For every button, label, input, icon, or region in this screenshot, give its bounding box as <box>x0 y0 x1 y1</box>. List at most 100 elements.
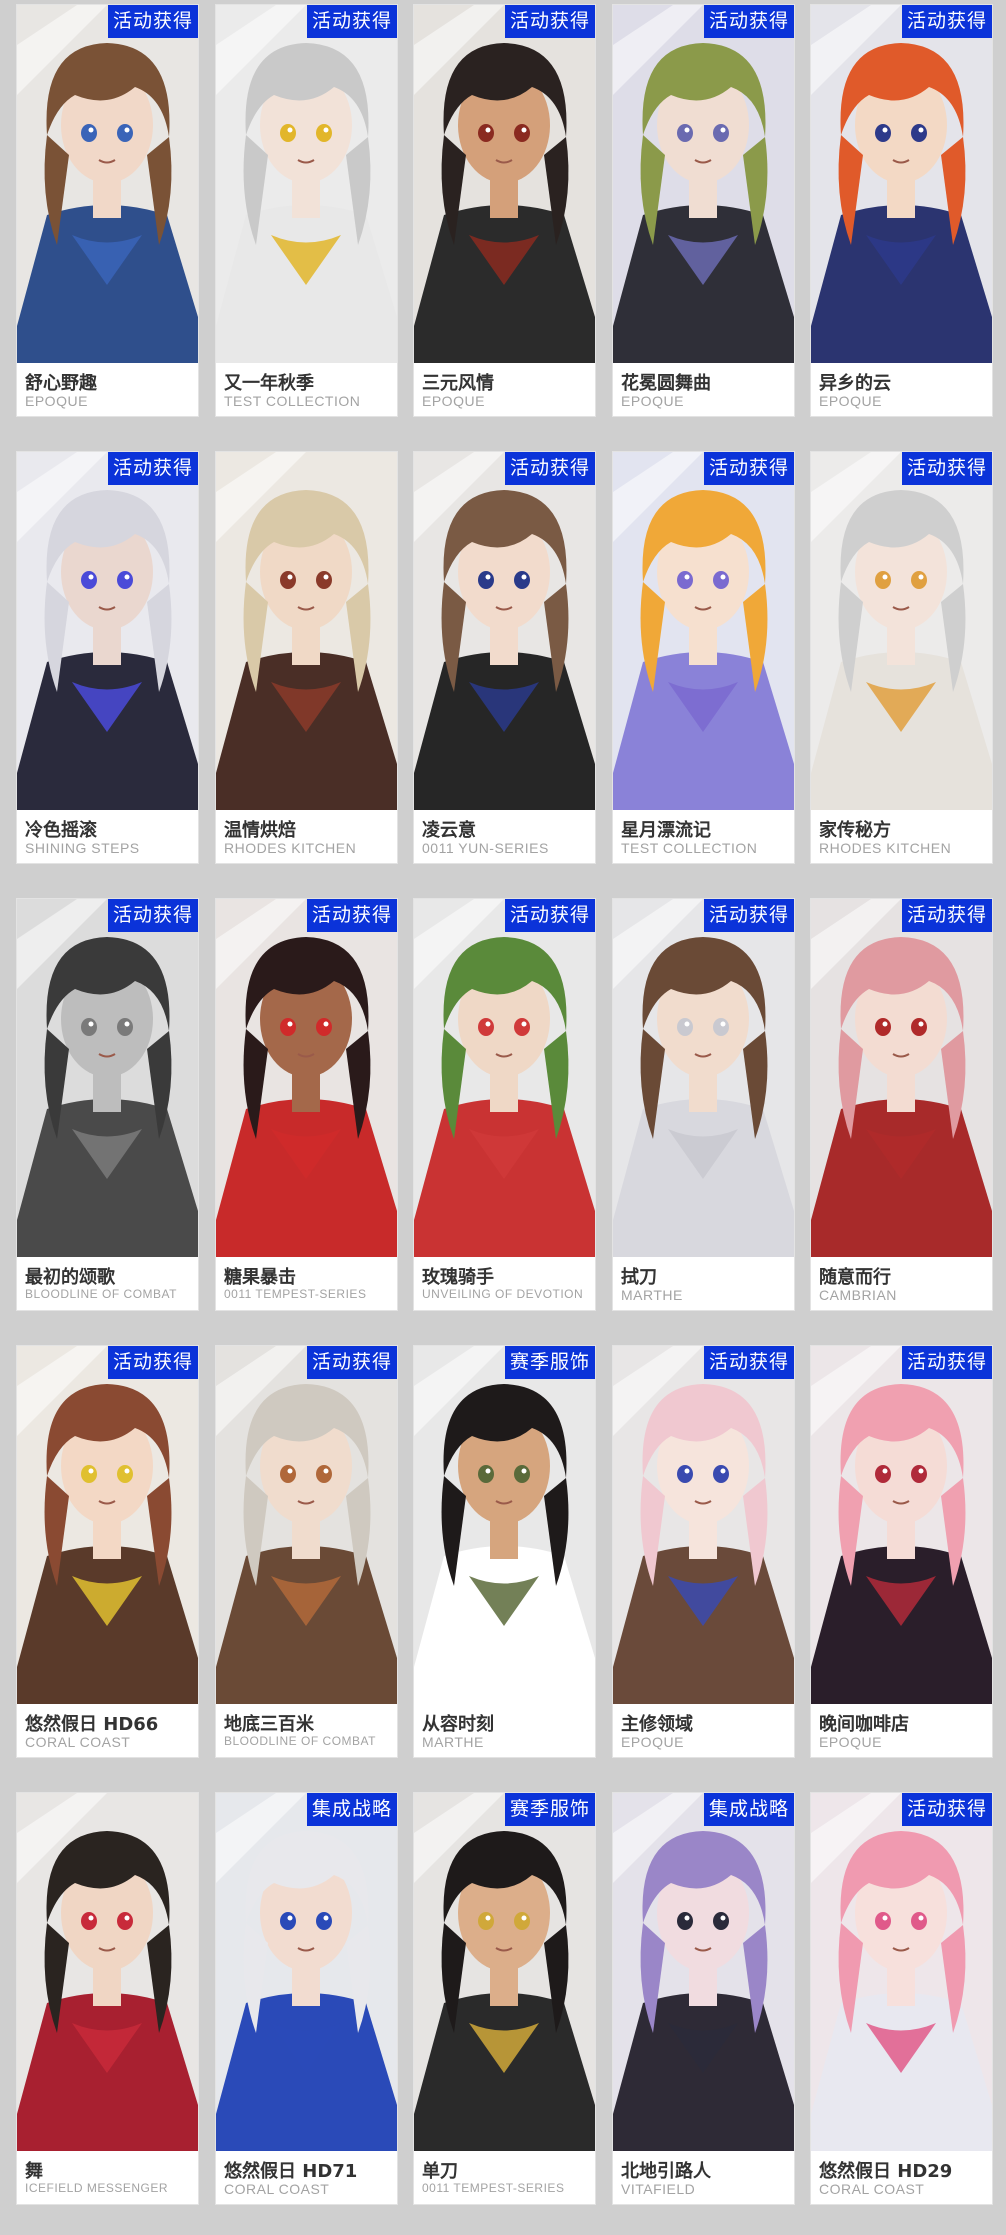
skin-name: 异乡的云 <box>819 373 891 394</box>
skin-series: CAMBRIAN <box>819 1287 897 1303</box>
skin-artwork: ​ <box>216 1346 397 1704</box>
character-portrait: ​ <box>414 1346 595 1704</box>
skin-card[interactable]: ​ 活动获得悠然假日 HD29CORAL COAST <box>811 1793 992 2204</box>
skin-card[interactable]: ​ 活动获得地底三百米BLOODLINE OF COMBAT <box>216 1346 397 1757</box>
skin-card[interactable]: ​ 集成战略北地引路人VITAFIELD <box>613 1793 794 2204</box>
skin-card[interactable]: ​ 活动获得玫瑰骑手UNVEILING OF DEVOTION <box>414 899 595 1310</box>
acquisition-badge: 活动获得 <box>704 452 794 485</box>
skin-series: EPOQUE <box>422 393 485 409</box>
skin-series: 0011 TEMPEST-SERIES <box>224 1287 367 1301</box>
skin-card[interactable]: ​ 活动获得三元风情EPOQUE <box>414 5 595 416</box>
skin-series: RHODES KITCHEN <box>224 840 357 856</box>
skin-artwork: ​ <box>17 1346 198 1704</box>
acquisition-badge: 赛季服饰 <box>505 1793 595 1826</box>
acquisition-badge: 活动获得 <box>902 1346 992 1379</box>
character-portrait: ​ <box>613 5 794 363</box>
skin-card[interactable]: ​ 活动获得花冕圆舞曲EPOQUE <box>613 5 794 416</box>
skin-artwork: ​ <box>811 1346 992 1704</box>
skin-name: 温情烘焙 <box>224 820 296 841</box>
acquisition-badge: 集成战略 <box>307 1793 397 1826</box>
skin-artwork: ​ <box>613 452 794 810</box>
skin-card[interactable]: ​ 赛季服饰从容时刻MARTHE <box>414 1346 595 1757</box>
character-portrait: ​ <box>613 1793 794 2151</box>
skin-artwork: ​ <box>216 1793 397 2151</box>
skin-card[interactable]: ​ 舞ICEFIELD MESSENGER <box>17 1793 198 2204</box>
character-portrait: ​ <box>17 5 198 363</box>
skin-card[interactable]: ​ 活动获得拭刀MARTHE <box>613 899 794 1310</box>
skin-name: 北地引路人 <box>621 2161 711 2182</box>
skin-series: EPOQUE <box>621 1734 684 1750</box>
skin-series: EPOQUE <box>25 393 88 409</box>
acquisition-badge: 活动获得 <box>108 452 198 485</box>
skin-name: 悠然假日 HD66 <box>25 1714 159 1735</box>
skin-card[interactable]: ​ 活动获得晚间咖啡店EPOQUE <box>811 1346 992 1757</box>
acquisition-badge: 活动获得 <box>307 1346 397 1379</box>
skin-artwork: ​ <box>414 899 595 1257</box>
skin-artwork: ​ <box>613 1346 794 1704</box>
character-portrait: ​ <box>216 452 397 810</box>
skin-artwork: ​ <box>613 1793 794 2151</box>
character-portrait: ​ <box>811 899 992 1257</box>
skin-name: 随意而行 <box>819 1267 891 1288</box>
skin-name: 冷色摇滚 <box>25 820 97 841</box>
skin-artwork: ​ <box>613 899 794 1257</box>
character-portrait: ​ <box>216 1346 397 1704</box>
skin-card[interactable]: ​ 活动获得星月漂流记TEST COLLECTION <box>613 452 794 863</box>
skin-card[interactable]: ​ 集成战略悠然假日 HD71CORAL COAST <box>216 1793 397 2204</box>
skin-card[interactable]: ​ 温情烘焙RHODES KITCHEN <box>216 452 397 863</box>
skin-card[interactable]: ​ 活动获得随意而行CAMBRIAN <box>811 899 992 1310</box>
skin-card[interactable]: ​ 活动获得舒心野趣EPOQUE <box>17 5 198 416</box>
character-portrait: ​ <box>613 452 794 810</box>
skin-series: MARTHE <box>621 1287 683 1303</box>
skin-card[interactable]: ​ 活动获得又一年秋季TEST COLLECTION <box>216 5 397 416</box>
skin-card[interactable]: ​ 活动获得家传秘方RHODES KITCHEN <box>811 452 992 863</box>
skin-name: 主修领域 <box>621 1714 693 1735</box>
acquisition-badge: 活动获得 <box>902 5 992 38</box>
skin-artwork: ​ <box>414 1793 595 2151</box>
skin-card[interactable]: ​ 活动获得冷色摇滚SHINING STEPS <box>17 452 198 863</box>
skin-artwork: ​ <box>216 899 397 1257</box>
skin-name: 悠然假日 HD71 <box>224 2161 358 2182</box>
skin-name: 从容时刻 <box>422 1714 494 1735</box>
skin-series: TEST COLLECTION <box>621 840 758 856</box>
skin-series: MARTHE <box>422 1734 484 1750</box>
character-portrait: ​ <box>216 899 397 1257</box>
skin-name: 三元风情 <box>422 373 494 394</box>
skin-name: 花冕圆舞曲 <box>621 373 711 394</box>
skin-card[interactable]: ​ 赛季服饰单刀0011 TEMPEST-SERIES <box>414 1793 595 2204</box>
character-portrait: ​ <box>811 5 992 363</box>
skin-card[interactable]: ​ 活动获得异乡的云EPOQUE <box>811 5 992 416</box>
skin-card[interactable]: ​ 活动获得凌云意0011 YUN-SERIES <box>414 452 595 863</box>
character-portrait: ​ <box>17 1346 198 1704</box>
character-portrait: ​ <box>414 1793 595 2151</box>
skin-name: 凌云意 <box>422 820 476 841</box>
skin-name: 糖果暴击 <box>224 1267 296 1288</box>
character-portrait: ​ <box>216 5 397 363</box>
acquisition-badge: 活动获得 <box>505 5 595 38</box>
skin-card[interactable]: ​ 活动获得糖果暴击0011 TEMPEST-SERIES <box>216 899 397 1310</box>
acquisition-badge: 活动获得 <box>704 5 794 38</box>
acquisition-badge: 集成战略 <box>704 1793 794 1826</box>
acquisition-badge: 活动获得 <box>505 899 595 932</box>
acquisition-badge: 赛季服饰 <box>505 1346 595 1379</box>
skin-series: CORAL COAST <box>819 2181 925 2197</box>
character-portrait: ​ <box>17 1793 198 2151</box>
skin-card[interactable]: ​ 活动获得主修领域EPOQUE <box>613 1346 794 1757</box>
skin-artwork: ​ <box>17 1793 198 2151</box>
skin-card[interactable]: ​ 活动获得最初的颂歌BLOODLINE OF COMBAT <box>17 899 198 1310</box>
skin-name: 舒心野趣 <box>25 373 97 394</box>
skin-series: SHINING STEPS <box>25 840 140 856</box>
skin-series: EPOQUE <box>621 393 684 409</box>
skin-series: EPOQUE <box>819 393 882 409</box>
acquisition-badge: 活动获得 <box>902 452 992 485</box>
skin-artwork: ​ <box>17 899 198 1257</box>
skin-series: UNVEILING OF DEVOTION <box>422 1287 584 1301</box>
character-portrait: ​ <box>414 5 595 363</box>
skin-series: RHODES KITCHEN <box>819 840 952 856</box>
skin-name: 星月漂流记 <box>621 820 711 841</box>
skin-name: 拭刀 <box>621 1267 657 1288</box>
skin-card[interactable]: ​ 活动获得悠然假日 HD66CORAL COAST <box>17 1346 198 1757</box>
character-portrait: ​ <box>414 899 595 1257</box>
skin-name: 悠然假日 HD29 <box>819 2161 953 2182</box>
skin-artwork: ​ <box>811 899 992 1257</box>
